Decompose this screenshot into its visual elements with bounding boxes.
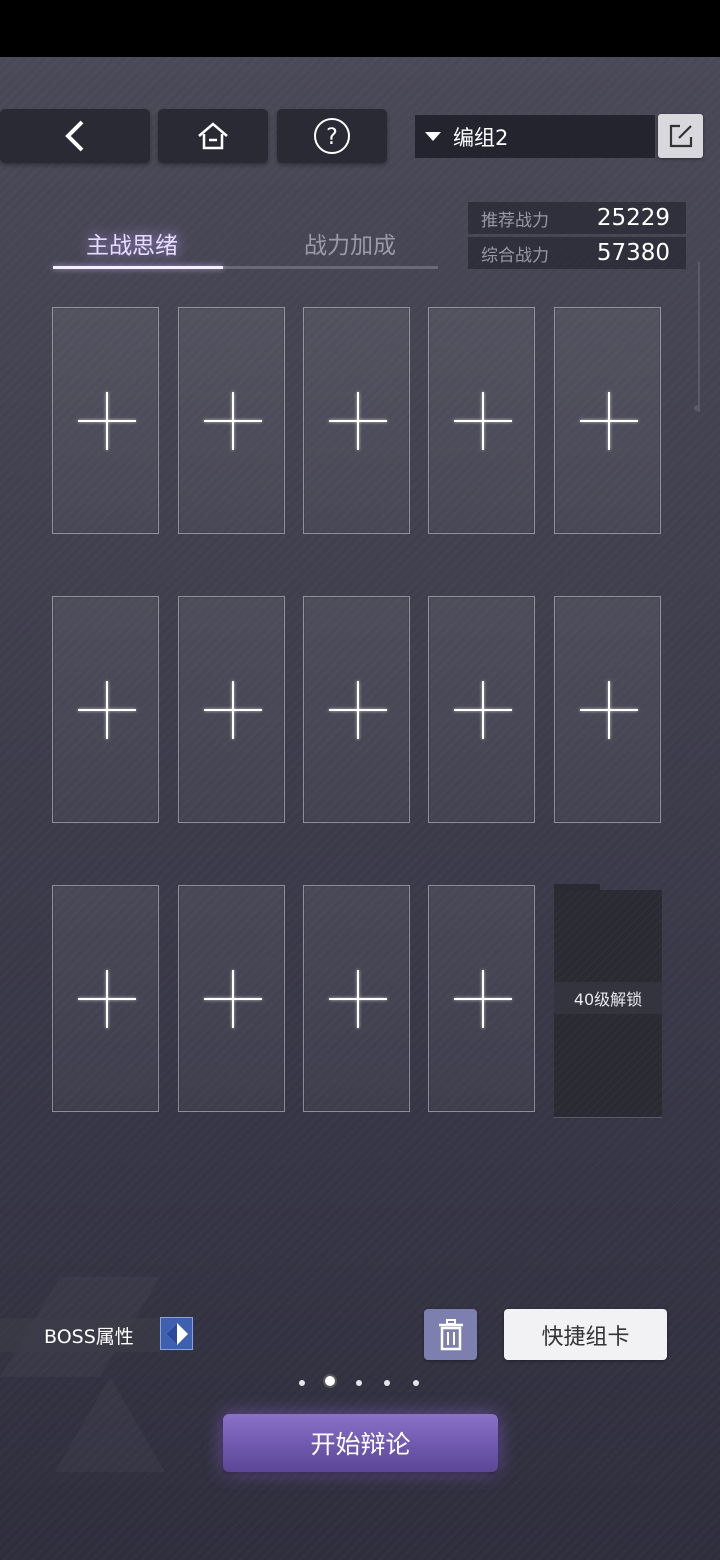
card-slot[interactable] (178, 307, 285, 534)
card-slot[interactable] (428, 307, 535, 534)
plus-icon (357, 392, 359, 450)
plus-icon (482, 392, 484, 450)
card-slot[interactable] (303, 307, 410, 534)
decorative-dot (694, 405, 700, 411)
trash-icon (438, 1318, 463, 1350)
quick-build-button[interactable]: 快捷组卡 (504, 1309, 667, 1360)
page-dot[interactable] (384, 1380, 390, 1386)
page-dot[interactable] (356, 1380, 362, 1386)
card-slot[interactable] (554, 596, 661, 823)
dropdown-caret-icon (425, 132, 441, 141)
page-indicator (290, 1374, 430, 1392)
plus-icon (232, 970, 234, 1028)
card-slot[interactable] (52, 596, 159, 823)
status-bar (0, 0, 720, 57)
locked-slot-label: 40级解锁 (554, 982, 662, 1014)
decorative-triangles (0, 1257, 220, 1537)
locked-card-slot: 40级解锁 (554, 884, 662, 1118)
page-dot[interactable] (413, 1380, 419, 1386)
back-arrow-icon (65, 120, 84, 152)
boss-attribute-button[interactable] (160, 1317, 193, 1350)
tab-main-thoughts[interactable]: 主战思绪 (86, 226, 178, 260)
card-slot[interactable] (303, 596, 410, 823)
plus-icon (357, 970, 359, 1028)
plus-icon (106, 970, 108, 1028)
edit-icon (669, 124, 692, 148)
plus-icon (608, 681, 610, 739)
card-slot[interactable] (303, 885, 410, 1112)
back-button[interactable] (0, 109, 150, 163)
tab-underline (53, 266, 438, 269)
boss-attribute-bar: BOSS属性 (0, 1318, 160, 1352)
card-slot[interactable] (178, 596, 285, 823)
card-slot[interactable] (428, 885, 535, 1112)
home-button[interactable] (158, 109, 268, 163)
page-dot-active[interactable] (325, 1376, 335, 1386)
tab-active-indicator (53, 266, 223, 269)
plus-icon (357, 681, 359, 739)
card-slot[interactable] (428, 596, 535, 823)
locked-slot-notch (554, 884, 600, 890)
plus-icon (232, 392, 234, 450)
decorative-line (676, 262, 700, 412)
card-slot[interactable] (52, 307, 159, 534)
svg-text:?: ? (326, 125, 338, 150)
start-debate-button[interactable]: 开始辩论 (223, 1414, 498, 1472)
plus-icon (608, 392, 610, 450)
help-icon: ? (314, 118, 350, 154)
plus-icon (106, 392, 108, 450)
clear-deck-button[interactable] (424, 1309, 477, 1360)
help-button[interactable]: ? (277, 109, 387, 163)
tab-power-bonus[interactable]: 战力加成 (304, 226, 396, 260)
card-slot[interactable] (52, 885, 159, 1112)
card-slot[interactable] (178, 885, 285, 1112)
total-power-row: 综合战力 57380 (468, 237, 686, 269)
card-slot[interactable] (554, 307, 661, 534)
plus-icon (482, 681, 484, 739)
boss-attribute-label: BOSS属性 (44, 1325, 134, 1348)
recommended-power-row: 推荐战力 25229 (468, 202, 686, 234)
diamond-icon (165, 1322, 188, 1345)
edit-group-button[interactable] (658, 114, 703, 158)
page-dot[interactable] (299, 1380, 305, 1386)
total-power-value: 57380 (596, 240, 670, 266)
plus-icon (482, 970, 484, 1028)
plus-icon (106, 681, 108, 739)
recommended-power-label: 推荐战力 (481, 210, 549, 231)
plus-icon (232, 681, 234, 739)
home-icon (198, 122, 228, 150)
group-select-dropdown[interactable]: 编组2 (415, 115, 655, 158)
total-power-label: 综合战力 (481, 245, 549, 266)
recommended-power-value: 25229 (596, 205, 670, 231)
group-name: 编组2 (453, 125, 509, 150)
